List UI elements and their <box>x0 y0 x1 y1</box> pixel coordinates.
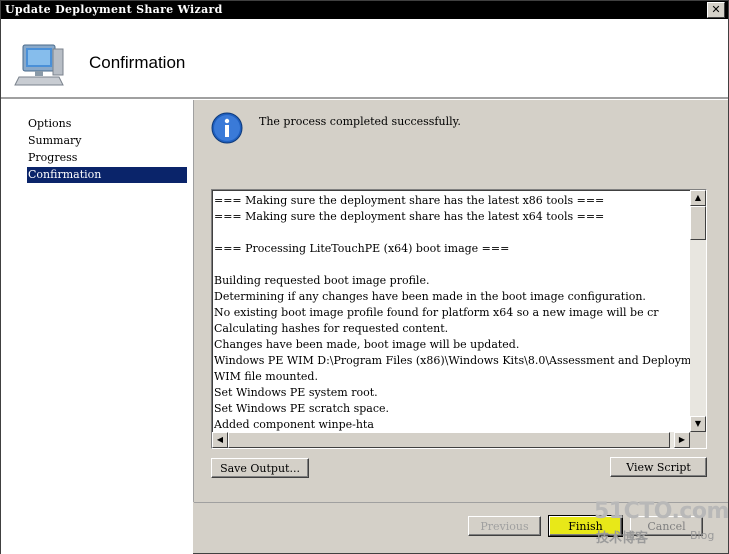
log-line: Set Windows PE system root. <box>214 386 378 399</box>
close-button[interactable]: ✕ <box>707 2 725 18</box>
log-output-box[interactable]: === Making sure the deployment share has… <box>211 189 707 449</box>
title-bar: Update Deployment Share Wizard ✕ <box>1 1 728 19</box>
log-line: Building requested boot image profile. <box>214 274 430 287</box>
scrollbar-corner <box>690 432 706 448</box>
horizontal-scrollbar[interactable]: ◀ ▶ <box>212 432 690 448</box>
log-line: === Processing LiteTouchPE (x64) boot im… <box>214 242 510 255</box>
vertical-scroll-thumb[interactable] <box>690 206 706 240</box>
log-line: Set Windows PE scratch space. <box>214 402 390 415</box>
step-summary[interactable]: Summary <box>27 133 187 149</box>
sidebar-divider <box>193 100 194 502</box>
wizard-header: Confirmation <box>1 19 728 97</box>
wizard-window: Update Deployment Share Wizard ✕ Confirm… <box>0 0 729 554</box>
watermark-blog: Blog <box>690 529 715 542</box>
log-line: No existing boot image profile found for… <box>214 306 659 319</box>
log-line: Changes have been made, boot image will … <box>214 338 520 351</box>
page-title: Confirmation <box>89 53 186 72</box>
step-progress[interactable]: Progress <box>27 150 187 166</box>
scroll-left-button[interactable]: ◀ <box>212 432 228 448</box>
scroll-down-button[interactable]: ▼ <box>690 416 706 432</box>
log-line: Windows PE WIM D:\Program Files (x86)\Wi… <box>214 354 690 367</box>
log-line: Calculating hashes for requested content… <box>214 322 449 335</box>
horizontal-scroll-thumb[interactable] <box>228 432 670 448</box>
watermark-subtitle: 技术博客 <box>596 531 649 546</box>
log-line: Determining if any changes have been mad… <box>214 290 646 303</box>
save-output-button[interactable]: Save Output... <box>211 458 309 478</box>
scroll-right-button[interactable]: ▶ <box>674 432 690 448</box>
watermark-logo-text: 51CTO.com <box>594 499 729 524</box>
window-title: Update Deployment Share Wizard <box>5 3 223 16</box>
step-options[interactable]: Options <box>27 116 187 132</box>
computer-icon <box>14 44 64 86</box>
log-text-area[interactable]: === Making sure the deployment share has… <box>212 190 690 432</box>
view-script-button[interactable]: View Script <box>610 457 707 477</box>
step-confirmation[interactable]: Confirmation <box>27 167 187 183</box>
log-line: WIM file mounted. <box>214 370 318 383</box>
log-line: === Making sure the deployment share has… <box>214 194 605 207</box>
status-message: The process completed successfully. <box>259 115 461 128</box>
watermark: 51CTO.com 技术博客 Blog <box>592 499 729 547</box>
log-line: Added component winpe-hta <box>214 418 374 431</box>
log-line: === Making sure the deployment share has… <box>214 210 605 223</box>
wizard-steps-sidebar: Options Summary Progress Confirmation <box>1 100 193 554</box>
previous-button[interactable]: Previous <box>468 516 541 536</box>
vertical-scrollbar[interactable]: ▲ ▼ <box>690 190 706 432</box>
close-icon: ✕ <box>711 3 721 16</box>
info-icon <box>211 112 243 144</box>
scroll-up-button[interactable]: ▲ <box>690 190 706 206</box>
